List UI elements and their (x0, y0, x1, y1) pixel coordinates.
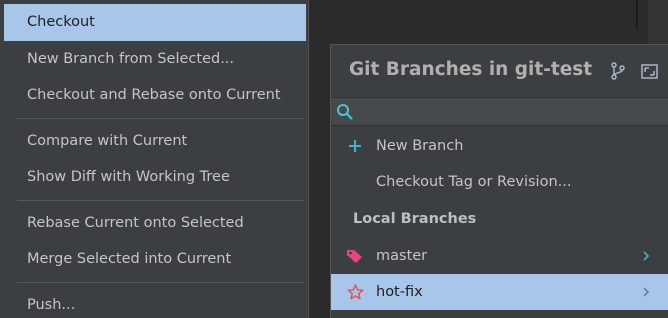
branch-search-row (331, 97, 668, 126)
new-branch-label: New Branch (376, 138, 464, 154)
editor-backdrop (308, 0, 668, 44)
expand-popup-icon[interactable] (638, 60, 660, 82)
menu-item-merge-selected-into-current[interactable]: Merge Selected into Current (0, 241, 308, 278)
popup-header: Git Branches in git-test (331, 45, 668, 97)
branch-graph-icon[interactable] (607, 60, 629, 82)
menu-separator (0, 114, 308, 123)
popup-title: Git Branches in git-test (349, 59, 593, 80)
local-branches-header: Local Branches (353, 211, 477, 227)
menu-item-show-diff-with-working-tree[interactable]: Show Diff with Working Tree (0, 159, 308, 196)
menu-item-rebase-current-onto-selected[interactable]: Rebase Current onto Selected (0, 205, 308, 242)
checkout-tag-action[interactable]: Checkout Tag or Revision... (331, 164, 668, 200)
menu-separator (0, 196, 308, 205)
branch-context-menu: Checkout New Branch from Selected... Che… (0, 0, 309, 318)
checkout-tag-label: Checkout Tag or Revision... (376, 174, 572, 190)
menu-separator (0, 278, 308, 287)
branch-item-hot-fix[interactable]: hot-fix (331, 274, 668, 310)
branch-label-hot-fix: hot-fix (376, 284, 423, 300)
branch-item-master[interactable]: master (331, 238, 668, 274)
menu-item-push[interactable]: Push... (0, 287, 308, 318)
chevron-right-icon (642, 274, 650, 310)
new-branch-action[interactable]: New Branch (331, 128, 668, 164)
menu-item-compare-with-current[interactable]: Compare with Current (0, 123, 308, 160)
menu-item-checkout[interactable]: Checkout (4, 4, 306, 41)
branch-label-master: master (376, 248, 428, 264)
editor-divider (636, 0, 638, 30)
chevron-right-icon (642, 238, 650, 274)
menu-item-new-branch-from-selected[interactable]: New Branch from Selected... (0, 41, 308, 78)
search-icon (336, 103, 354, 121)
plus-icon (345, 128, 365, 164)
editor-scroll-gutter (648, 0, 668, 44)
star-icon (345, 274, 365, 310)
menu-item-checkout-and-rebase[interactable]: Checkout and Rebase onto Current (0, 77, 308, 114)
branch-search-input[interactable] (357, 101, 664, 123)
tag-icon (345, 238, 365, 274)
git-branches-popup: Git Branches in git-test New Branch Chec… (330, 44, 668, 318)
